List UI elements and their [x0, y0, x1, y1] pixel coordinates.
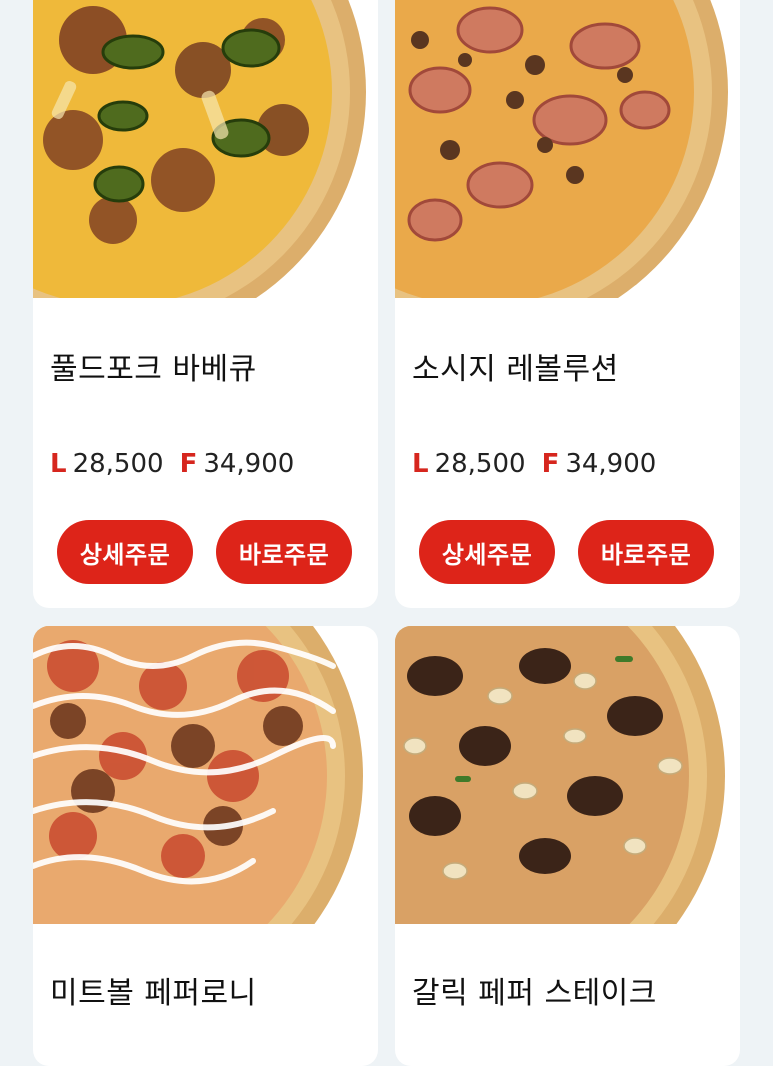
detail-order-button[interactable]: 상세주문: [419, 520, 555, 584]
size-l-label: L: [412, 449, 429, 479]
pizza-image[interactable]: [33, 0, 378, 298]
pizza-name: 소시지 레볼루션: [412, 352, 619, 387]
menu-card-sausage-revolution[interactable]: 소시지 레볼루션 L 28,500 F 34,900 상세주문 바로주문: [395, 0, 740, 608]
pizza-menu-grid: 풀드포크 바베큐 L 28,500 F 34,900 상세주문 바로주문 소시지…: [0, 0, 773, 1066]
menu-card-garlic-pepper-steak[interactable]: 갈릭 페퍼 스테이크: [395, 626, 740, 1066]
size-f-label: F: [179, 449, 198, 479]
price-f: 34,900: [203, 449, 295, 479]
pizza-image[interactable]: [395, 0, 740, 298]
price-l: 28,500: [72, 449, 164, 479]
pizza-image[interactable]: [395, 626, 740, 924]
size-l-label: L: [50, 449, 67, 479]
price-row: L 28,500 F 34,900: [412, 449, 656, 479]
pizza-name: 풀드포크 바베큐: [50, 352, 257, 387]
price-l: 28,500: [434, 449, 526, 479]
menu-card-meatball-pepperoni[interactable]: 미트볼 페퍼로니: [33, 626, 378, 1066]
pizza-image[interactable]: [33, 626, 378, 924]
size-f-label: F: [541, 449, 560, 479]
direct-order-button[interactable]: 바로주문: [216, 520, 352, 584]
pizza-name: 미트볼 페퍼로니: [50, 976, 257, 1011]
menu-card-pulled-pork-bbq[interactable]: 풀드포크 바베큐 L 28,500 F 34,900 상세주문 바로주문: [33, 0, 378, 608]
price-f: 34,900: [565, 449, 657, 479]
direct-order-button[interactable]: 바로주문: [578, 520, 714, 584]
pizza-name: 갈릭 페퍼 스테이크: [412, 976, 657, 1011]
price-row: L 28,500 F 34,900: [50, 449, 294, 479]
detail-order-button[interactable]: 상세주문: [57, 520, 193, 584]
